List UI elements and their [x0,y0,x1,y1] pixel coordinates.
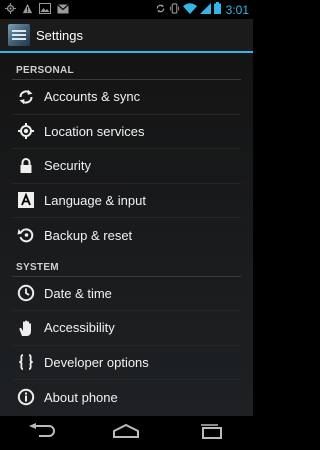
settings-item-accounts-sync[interactable]: Accounts & sync [12,80,241,115]
battery-icon [213,1,221,19]
sync-icon [16,87,36,107]
status-time: 3:01 [225,2,249,17]
notification-icons [0,1,69,19]
section-header-label: SYSTEM [16,261,59,273]
back-button[interactable] [22,420,62,446]
wifi-icon [182,1,197,19]
gps-icon [5,1,16,19]
section-header-label: PERSONAL [16,65,74,76]
settings-item-label: Location services [44,123,145,139]
settings-item-security[interactable]: Security [12,149,241,184]
settings-item-label: About phone [44,389,118,405]
signal-icon [199,1,211,19]
recent-apps-button[interactable] [191,420,231,446]
settings-list[interactable]: PERSONAL Accounts & sync Location servic… [0,53,253,416]
settings-item-about-phone[interactable]: About phone [12,380,241,415]
vibrate-icon [169,1,180,19]
settings-item-date-time[interactable]: Date & time [12,277,241,311]
info-icon [16,387,36,407]
sync-icon [155,1,166,19]
settings-item-language-input[interactable]: Language & input [12,184,241,218]
settings-item-label: Developer options [44,354,149,370]
language-icon [16,190,36,210]
settings-item-label: Backup & reset [44,227,133,243]
home-button[interactable] [106,420,146,446]
settings-item-label: Accounts & sync [44,89,141,105]
home-icon [111,423,141,444]
hand-icon [16,318,36,338]
settings-item-label: Language & input [44,192,146,208]
navigation-bar [0,416,253,450]
clock-icon [16,283,36,303]
settings-item-accessibility[interactable]: Accessibility [12,311,241,346]
system-status-icons: 3:01 [155,1,253,19]
section-header-system: SYSTEM [12,253,241,277]
recent-apps-icon [196,423,226,444]
section-header-personal: PERSONAL [12,53,241,80]
settings-item-label: Security [44,158,91,174]
braces-icon [16,352,36,372]
action-bar: Settings [0,19,253,53]
image-icon [39,1,51,19]
settings-item-backup-reset[interactable]: Backup & reset [12,218,241,253]
settings-app-icon[interactable] [8,24,30,46]
warning-icon [22,1,33,19]
settings-item-label: Accessibility [44,320,115,336]
lock-icon [16,156,36,176]
location-icon [16,121,36,141]
backup-icon [16,225,36,245]
settings-item-label: Date & time [44,285,112,301]
back-icon [27,422,57,444]
gmail-icon [57,1,69,19]
settings-item-location-services[interactable]: Location services [12,115,241,149]
settings-item-developer-options[interactable]: Developer options [12,346,241,380]
page-title: Settings [36,27,83,43]
status-bar: 3:01 [0,0,253,19]
